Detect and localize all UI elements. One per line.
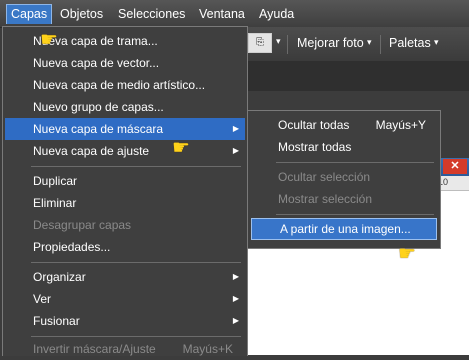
toolbar-band — [244, 61, 469, 91]
menu-separator — [276, 214, 434, 215]
menu-separator — [31, 336, 241, 337]
copy-dropdown-icon[interactable]: ▾ — [276, 36, 281, 47]
submenu-item-ocultar-seleccion[interactable]: Ocultar selección — [250, 166, 438, 188]
mascara-submenu: Ocultar todas Mayús+Y Mostrar todas Ocul… — [247, 110, 441, 249]
menu-item-invertir-mascara[interactable]: Invertir máscara/Ajuste Mayús+K — [5, 338, 245, 360]
menu-item-propiedades[interactable]: Propiedades... — [5, 236, 245, 258]
menu-objetos[interactable]: Objetos — [60, 6, 103, 23]
menu-ventana[interactable]: Ventana — [199, 6, 245, 23]
menu-item-ver[interactable]: Ver ▶ — [5, 288, 245, 310]
submenu-arrow-icon: ▶ — [232, 294, 239, 303]
toolbar-separator — [287, 35, 288, 54]
shortcut-label: Mayús+K — [182, 342, 233, 356]
submenu-arrow-icon: ▶ — [232, 272, 239, 281]
submenu-item-a-partir-de-imagen[interactable]: A partir de una imagen... — [251, 218, 437, 240]
submenu-item-ocultar-todas[interactable]: Ocultar todas Mayús+Y — [250, 114, 438, 136]
menu-item-desagrupar-capas[interactable]: Desagrupar capas — [5, 214, 245, 236]
menu-bar: Capas Objetos Selecciones Ventana Ayuda — [0, 0, 469, 28]
enhance-dropdown-icon[interactable]: ▾ — [367, 37, 372, 48]
menu-separator — [276, 162, 434, 163]
enhance-photo-button[interactable]: Mejorar foto — [297, 36, 364, 50]
pointing-hand-icon: ☛ — [40, 29, 58, 51]
palettes-button[interactable]: Paletas — [389, 36, 431, 50]
menu-item-duplicar[interactable]: Duplicar — [5, 170, 245, 192]
menu-separator — [31, 262, 241, 263]
menu-item-fusionar[interactable]: Fusionar ▶ — [5, 310, 245, 332]
menu-item-nueva-capa-mascara[interactable]: Nueva capa de máscara ▶ — [5, 118, 245, 140]
submenu-arrow-icon: ▶ — [232, 124, 239, 133]
menu-item-nueva-capa-medio-artistico[interactable]: Nueva capa de medio artístico... — [5, 74, 245, 96]
submenu-arrow-icon: ▶ — [232, 316, 239, 325]
submenu-item-mostrar-seleccion[interactable]: Mostrar selección — [250, 188, 438, 210]
capas-menu: Nueva capa de trama... Nueva capa de vec… — [2, 26, 248, 356]
menu-item-nuevo-grupo-capas[interactable]: Nuevo grupo de capas... — [5, 96, 245, 118]
menu-ayuda[interactable]: Ayuda — [259, 6, 294, 23]
submenu-item-mostrar-todas[interactable]: Mostrar todas — [250, 136, 438, 158]
palettes-dropdown-icon[interactable]: ▾ — [434, 37, 439, 48]
pointing-hand-icon: ☛ — [398, 243, 416, 265]
menu-separator — [31, 166, 241, 167]
copy-icon[interactable]: ⎘ — [248, 33, 272, 53]
toolbar-separator — [380, 35, 381, 54]
menu-item-nueva-capa-ajuste[interactable]: Nueva capa de ajuste ▶ — [5, 140, 245, 162]
close-icon[interactable]: ✕ — [443, 159, 467, 174]
pointing-hand-icon: ☛ — [172, 137, 190, 159]
shortcut-label: Mayús+Y — [375, 118, 426, 132]
menu-selecciones[interactable]: Selecciones — [118, 6, 185, 23]
menu-item-eliminar[interactable]: Eliminar — [5, 192, 245, 214]
menu-capas[interactable]: Capas — [6, 4, 53, 24]
submenu-arrow-icon: ▶ — [232, 146, 239, 155]
menu-item-organizar[interactable]: Organizar ▶ — [5, 266, 245, 288]
menu-item-nueva-capa-vector[interactable]: Nueva capa de vector... — [5, 52, 245, 74]
